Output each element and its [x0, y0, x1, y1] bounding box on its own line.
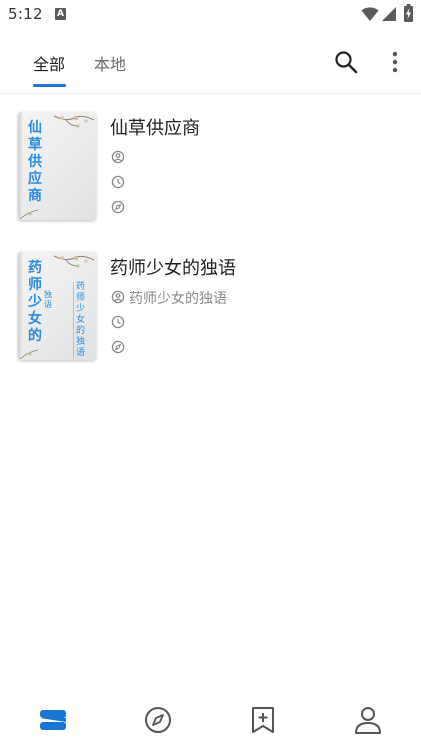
book-cover: 药师少女的 独语 药师少女的独语 — [18, 252, 96, 360]
compass-icon[interactable] — [143, 705, 173, 735]
signal-icon — [382, 7, 396, 21]
battery-charging-icon — [404, 4, 413, 22]
cover-branch-decoration — [53, 115, 95, 128]
status-bar: 5:12 A — [0, 0, 421, 30]
book-title: 仙草供应商 — [110, 118, 200, 139]
status-time: 5:12 — [8, 5, 43, 23]
compass-icon — [111, 340, 125, 354]
person-icon[interactable] — [353, 705, 383, 735]
author-icon — [111, 150, 125, 164]
compass-icon — [111, 200, 125, 214]
cover-title: 仙草供应商 — [28, 120, 42, 204]
cover-spine — [18, 252, 23, 360]
author-icon — [111, 290, 125, 304]
cover-title: 药师少女的 — [28, 260, 42, 344]
cover-branch-decoration — [53, 255, 95, 268]
book-title: 药师少女的独语 — [110, 258, 236, 279]
bookmark-add-icon[interactable] — [248, 705, 278, 735]
book-cover: 仙草供应商 — [18, 112, 96, 220]
book-item[interactable]: 药师少女的 独语 药师少女的独语 药师少女的独语 药师少女的独语 — [0, 234, 421, 369]
tab-indicator — [33, 84, 66, 87]
book-author: 药师少女的独语 — [129, 291, 227, 307]
cover-branch-bottom-decoration — [20, 349, 39, 360]
more-vert-icon[interactable] — [383, 49, 407, 75]
cover-spine — [18, 112, 23, 220]
cover-side-text: 药师少女的独语 — [73, 282, 86, 359]
notification-icon: A — [55, 8, 66, 20]
cover-subtitle: 独语 — [44, 290, 52, 309]
clock-icon — [111, 175, 125, 189]
book-item[interactable]: 仙草供应商 仙草供应商 — [0, 94, 421, 229]
search-icon[interactable] — [333, 49, 359, 75]
top-app-bar: 全部 本地 — [0, 30, 421, 94]
bottom-navigation — [0, 690, 421, 748]
clock-icon — [111, 315, 125, 329]
tab-local[interactable]: 本地 — [94, 51, 126, 89]
cover-branch-bottom-decoration — [20, 209, 39, 220]
wifi-icon — [361, 7, 379, 21]
bookshelf-icon[interactable] — [38, 705, 68, 735]
